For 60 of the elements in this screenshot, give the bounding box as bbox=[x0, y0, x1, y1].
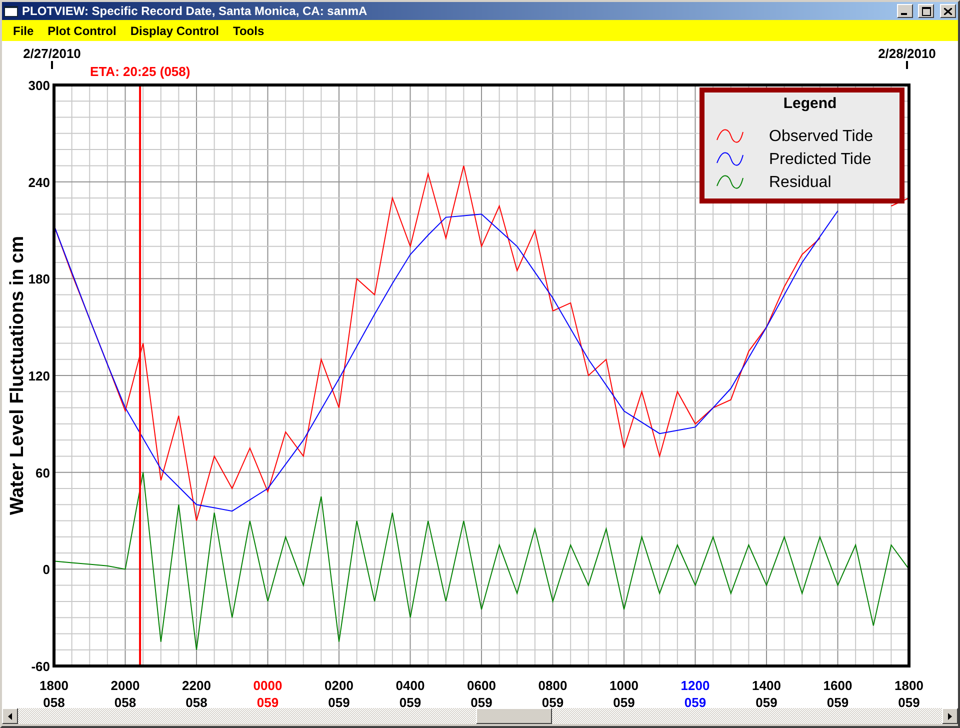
day-label: 059 bbox=[256, 695, 279, 708]
y-tick-label: -60 bbox=[31, 659, 50, 674]
left-arrow-icon bbox=[8, 712, 12, 720]
day-label: 059 bbox=[756, 695, 778, 708]
window-title: PLOTVIEW: Specific Record Date, Santa Monica, CA: sanmA bbox=[22, 4, 368, 18]
y-tick-label: 240 bbox=[28, 174, 50, 190]
day-label: 058 bbox=[43, 695, 65, 708]
y-tick-label: 0 bbox=[42, 562, 50, 578]
menu-item[interactable]: File bbox=[6, 24, 41, 38]
window-icon bbox=[4, 6, 18, 16]
legend-label: Observed Tide bbox=[769, 128, 874, 145]
date-tick bbox=[51, 61, 53, 69]
x-tick-label: 2000 bbox=[110, 678, 140, 693]
y-tick-label: 180 bbox=[28, 272, 50, 287]
x-tick-label: 0000 bbox=[253, 678, 282, 693]
x-tick-label: 1000 bbox=[610, 678, 638, 693]
day-label: 059 bbox=[542, 695, 564, 708]
scroll-left-button[interactable] bbox=[2, 708, 18, 724]
scroll-right-button[interactable] bbox=[942, 708, 958, 724]
y-tick-label: 60 bbox=[36, 465, 50, 480]
day-label: 059 bbox=[826, 695, 849, 708]
day-label: 059 bbox=[328, 695, 350, 708]
menu-item[interactable]: Tools bbox=[226, 24, 272, 38]
close-button[interactable] bbox=[940, 4, 956, 18]
date-label: 2/28/2010 bbox=[878, 46, 936, 61]
day-label: 059 bbox=[613, 695, 635, 708]
y-axis-title: Water Level Fluctuations in cm bbox=[7, 236, 28, 516]
day-label: 059 bbox=[898, 695, 920, 708]
date-tick bbox=[906, 61, 908, 69]
y-tick-label: 300 bbox=[28, 78, 50, 93]
day-label: 058 bbox=[186, 695, 208, 708]
x-tick-label: 0600 bbox=[467, 678, 496, 693]
day-label: 059 bbox=[399, 695, 422, 708]
legend-label: Residual bbox=[769, 174, 832, 191]
x-tick-label: 1400 bbox=[752, 678, 781, 693]
x-tick-label: 0400 bbox=[396, 678, 425, 693]
day-label: 059 bbox=[684, 695, 706, 708]
x-tick-label: 2200 bbox=[182, 678, 211, 693]
day-label: 058 bbox=[114, 695, 136, 708]
minimize-button[interactable] bbox=[897, 4, 913, 18]
close-icon bbox=[944, 8, 952, 14]
horizontal-scrollbar[interactable] bbox=[2, 708, 958, 724]
maximize-button[interactable] bbox=[918, 4, 934, 18]
right-arrow-icon bbox=[948, 712, 952, 720]
y-tick-label: 120 bbox=[28, 368, 50, 384]
x-tick-label: 1800 bbox=[894, 678, 924, 693]
x-tick-label: 0800 bbox=[538, 678, 568, 693]
maximize-icon bbox=[922, 6, 930, 16]
legend-label: Predicted Tide bbox=[769, 151, 872, 168]
x-tick-label: 1600 bbox=[823, 678, 852, 693]
day-label: 059 bbox=[470, 695, 492, 708]
eta-label: ETA: 20:25 (058) bbox=[90, 64, 190, 79]
menu-item[interactable]: Plot Control bbox=[40, 24, 124, 38]
menu-item[interactable]: Display Control bbox=[123, 24, 226, 38]
date-label: 2/27/2010 bbox=[23, 46, 81, 61]
x-tick-label: 0200 bbox=[324, 678, 354, 693]
scroll-thumb[interactable] bbox=[476, 708, 552, 724]
x-tick-label: 1800 bbox=[40, 678, 68, 693]
x-tick-label: 1200 bbox=[680, 678, 710, 693]
legend-title: Legend bbox=[783, 95, 837, 112]
